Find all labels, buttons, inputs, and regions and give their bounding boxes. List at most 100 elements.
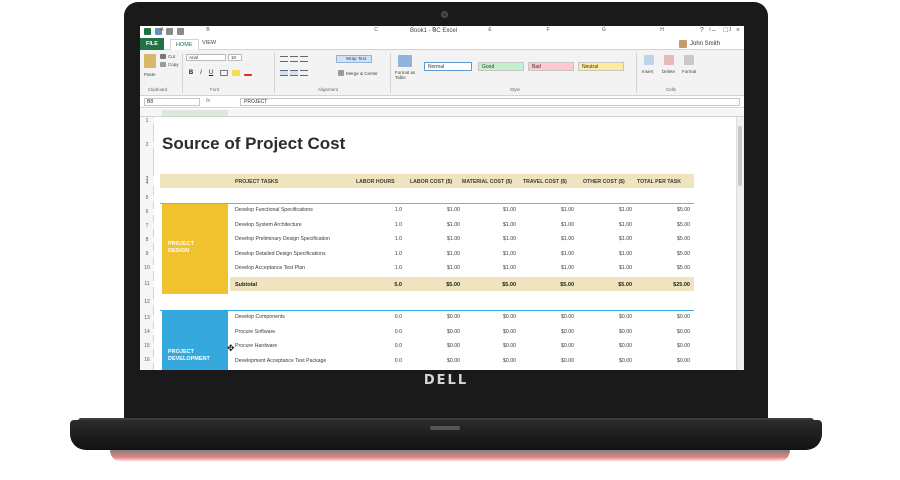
subtotal-value[interactable]: $5.00 (430, 282, 460, 288)
row-header-14[interactable]: 14 (140, 329, 154, 335)
task-value[interactable]: $1.00 (486, 207, 516, 213)
column-header-h[interactable]: H (656, 27, 668, 33)
row-header-7[interactable]: 7 (140, 223, 154, 229)
align-left-icon[interactable] (280, 70, 288, 76)
align-top-icon[interactable] (280, 56, 288, 62)
column-header-g[interactable]: G (598, 27, 610, 33)
bold-button[interactable]: B (187, 69, 195, 77)
format-as-table-label[interactable]: Format as Table (395, 70, 421, 80)
task-value[interactable]: $1.00 (430, 236, 460, 242)
task-value[interactable]: $5.00 (660, 251, 690, 257)
task-value[interactable]: $0.00 (430, 314, 460, 320)
task-value[interactable]: $5.00 (660, 207, 690, 213)
task-value[interactable]: $0.00 (602, 343, 632, 349)
font-name-select[interactable]: Arial (186, 54, 226, 61)
row-header-8[interactable]: 8 (140, 237, 154, 243)
font-size-select[interactable]: 10 (228, 54, 242, 61)
function-icon[interactable]: fx (206, 98, 210, 104)
format-label[interactable]: Format (682, 69, 696, 74)
task-value[interactable]: $0.00 (660, 358, 690, 364)
formula-input[interactable]: PROJECT (240, 98, 740, 106)
task-value[interactable]: $0.00 (602, 329, 632, 335)
row-header-5[interactable]: 5 (140, 195, 154, 201)
task-name[interactable]: Procure Software (235, 329, 275, 335)
task-value[interactable]: 0.0 (372, 314, 402, 320)
task-name[interactable]: Procure Hardware (235, 343, 277, 349)
format-cells-icon[interactable] (684, 55, 694, 65)
user-account[interactable]: John Smith (678, 40, 720, 48)
cell-style-normal[interactable]: Normal (424, 62, 472, 71)
task-value[interactable]: 1.0 (372, 222, 402, 228)
task-name[interactable]: Development Acceptance Test Package (235, 358, 326, 364)
task-value[interactable]: 0.0 (372, 329, 402, 335)
row-header-6[interactable]: 6 (140, 209, 154, 215)
task-value[interactable]: 1.0 (372, 251, 402, 257)
subtotal-value[interactable]: 5.0 (372, 282, 402, 288)
task-value[interactable]: $1.00 (544, 251, 574, 257)
row-header-11[interactable]: 11 (140, 281, 154, 287)
row-header-1[interactable]: 1 (140, 118, 154, 124)
column-header-a[interactable]: A (156, 27, 168, 33)
merge-center-label[interactable]: Merge & Center (346, 71, 378, 76)
tab-view[interactable]: VIEW (202, 40, 216, 46)
task-value[interactable]: $0.00 (602, 314, 632, 320)
task-value[interactable]: $1.00 (486, 236, 516, 242)
align-center-icon[interactable] (290, 70, 298, 76)
task-value[interactable]: $1.00 (544, 222, 574, 228)
task-value[interactable]: 1.0 (372, 207, 402, 213)
align-right-icon[interactable] (300, 70, 308, 76)
task-value[interactable]: 0.0 (372, 343, 402, 349)
italic-button[interactable]: I (197, 69, 205, 77)
column-header-i[interactable]: I (704, 27, 716, 33)
column-header-k[interactable]: K (740, 27, 744, 33)
task-name[interactable]: Develop Preliminary Design Specification (235, 236, 330, 242)
row-header-16[interactable]: 16 (140, 357, 154, 363)
task-value[interactable]: $0.00 (660, 343, 690, 349)
task-value[interactable]: 0.0 (372, 358, 402, 364)
task-value[interactable]: $0.00 (430, 358, 460, 364)
column-header-j[interactable]: J (724, 27, 736, 33)
task-value[interactable]: $5.00 (660, 222, 690, 228)
task-value[interactable]: $0.00 (486, 329, 516, 335)
task-value[interactable]: $1.00 (602, 265, 632, 271)
tab-file[interactable]: FILE (140, 38, 164, 50)
task-value[interactable]: $1.00 (430, 251, 460, 257)
borders-icon[interactable] (220, 70, 228, 76)
column-header-e[interactable]: E (484, 27, 496, 33)
task-value[interactable]: $1.00 (544, 265, 574, 271)
column-header-b[interactable]: B (202, 27, 214, 33)
task-value[interactable]: $0.00 (602, 358, 632, 364)
font-color-icon[interactable] (244, 70, 252, 76)
cut-icon[interactable] (160, 54, 166, 59)
subtotal-value[interactable]: $5.00 (602, 282, 632, 288)
task-value[interactable]: $1.00 (602, 222, 632, 228)
scrollbar-thumb[interactable] (738, 126, 742, 186)
row-header-15[interactable]: 15 (140, 343, 154, 349)
redo-icon[interactable] (177, 28, 184, 35)
task-value[interactable]: $0.00 (430, 343, 460, 349)
task-value[interactable]: $0.00 (660, 329, 690, 335)
task-value[interactable]: $1.00 (486, 222, 516, 228)
task-name[interactable]: Develop Functional Specifications (235, 207, 313, 213)
column-header-f[interactable]: F (542, 27, 554, 33)
task-value[interactable]: 1.0 (372, 265, 402, 271)
subtotal-value[interactable]: $5.00 (544, 282, 574, 288)
task-value[interactable]: $0.00 (544, 343, 574, 349)
task-value[interactable]: $0.00 (486, 358, 516, 364)
insert-cells-icon[interactable] (644, 55, 654, 65)
task-name[interactable]: Develop Detailed Design Specifications (235, 251, 326, 257)
task-value[interactable]: 1.0 (372, 236, 402, 242)
task-value[interactable]: $1.00 (544, 236, 574, 242)
fill-color-icon[interactable] (232, 70, 240, 76)
tab-home[interactable]: HOME (170, 39, 199, 50)
copy-icon[interactable] (160, 62, 166, 67)
task-value[interactable]: $5.00 (660, 236, 690, 242)
row-header-9[interactable]: 9 (140, 251, 154, 257)
task-name[interactable]: Develop Acceptance Test Plan (235, 265, 305, 271)
task-value[interactable]: $1.00 (602, 236, 632, 242)
task-value[interactable]: $1.00 (430, 207, 460, 213)
task-value[interactable]: $1.00 (544, 207, 574, 213)
row-header-4[interactable]: 4 (140, 180, 154, 186)
task-name[interactable]: Develop System Architecture (235, 222, 302, 228)
insert-label[interactable]: Insert (642, 69, 653, 74)
